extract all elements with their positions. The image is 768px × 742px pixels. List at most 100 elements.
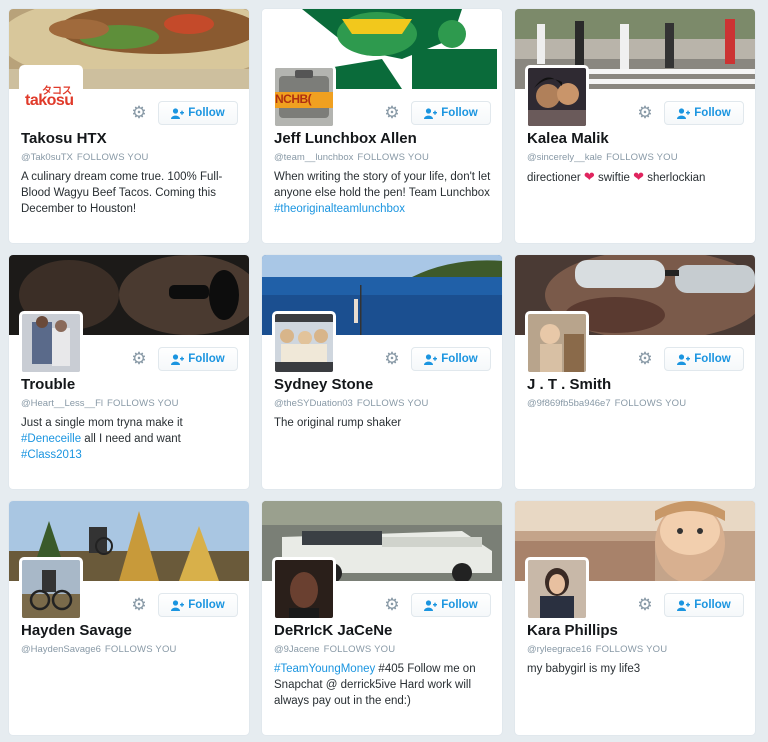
bio-text: swiftie [598,172,634,184]
follow-button[interactable]: Follow [158,101,238,125]
follows-you-badge: FOLLOWS YOU [323,644,396,655]
display-name[interactable]: J . T . Smith [527,376,611,393]
follow-button[interactable]: Follow [664,101,744,125]
handle-row: @9f869fb5ba946e7 FOLLOWS YOU [527,398,686,409]
bio-text: sherlockian [647,172,706,184]
add-user-icon [171,353,185,365]
screen-name[interactable]: @sincerely__kale [527,152,602,163]
display-name[interactable]: Kara Phillips [527,622,618,639]
profile-card[interactable]: ⚙ Follow Kalea Malik @sincerely__kale FOL… [514,8,756,244]
display-name[interactable]: Trouble [21,376,75,393]
display-name[interactable]: Takosu HTX [21,130,107,147]
avatar[interactable] [525,311,589,375]
screen-name[interactable]: @Tak0suTX [21,152,73,163]
bio-text: directioner [527,172,584,184]
handle-row: @team__lunchbox FOLLOWS YOU [274,152,429,163]
handle-row: @Tak0suTX FOLLOWS YOU [21,152,149,163]
handle-row: @sincerely__kale FOLLOWS YOU [527,152,678,163]
gear-icon[interactable]: ⚙ [637,350,653,367]
follows-you-badge: FOLLOWS YOU [357,152,430,163]
profile-card[interactable]: NCHB( ⚙ Follow Jeff Lunchbox Allen @team… [261,8,503,244]
follows-you-badge: FOLLOWS YOU [107,398,179,409]
display-name[interactable]: DeRrIcK JaCeNe [274,622,392,639]
screen-name[interactable]: @theSYDuation03 [274,398,353,409]
follow-button[interactable]: Follow [664,593,744,617]
follow-button[interactable]: Follow [158,593,238,617]
follows-you-badge: FOLLOWS YOU [356,398,429,409]
handle-row: @theSYDuation03 FOLLOWS YOU [274,398,429,409]
hashtag-link[interactable]: #TeamYoungMoney [274,663,375,675]
profile-card[interactable]: ⚙ Follow Hayden Savage @HaydenSavage6 FOL… [8,500,250,736]
display-name[interactable]: Sydney Stone [274,376,373,393]
follow-label: Follow [188,599,225,611]
avatar-text: NCHB( [275,92,312,106]
heart-icon: ❤ [583,169,595,184]
follow-label: Follow [188,353,225,365]
avatar[interactable] [19,557,83,621]
follow-label: Follow [441,353,478,365]
follow-button[interactable]: Follow [411,101,491,125]
hashtag-link[interactable]: #Class2013 [21,449,82,461]
bio: #TeamYoungMoney #405 Follow me on Snapch… [274,661,492,709]
avatar[interactable]: タコス takosu [19,65,83,129]
bio-text: When writing the story of your life, don… [274,171,491,199]
follow-label: Follow [188,107,225,119]
bio: The original rump shaker [274,417,402,429]
avatar[interactable]: NCHB( [272,65,336,129]
gear-icon[interactable]: ⚙ [637,596,653,613]
profile-card[interactable]: ⚙ Follow DeRrIcK JaCeNe @9Jacene FOLLOWS … [261,500,503,736]
screen-name[interactable]: @9Jacene [274,644,320,655]
avatar[interactable] [525,557,589,621]
follow-button[interactable]: Follow [411,593,491,617]
handle-row: @ryleegrace16 FOLLOWS YOU [527,644,667,655]
handle-row: @HaydenSavage6 FOLLOWS YOU [21,644,177,655]
profile-card[interactable]: タコス takosu ⚙ Follow Takosu HTX @Tak0suTX… [8,8,250,244]
bio: directioner ❤ swiftie ❤ sherlockian [527,169,745,186]
bio: When writing the story of your life, don… [274,169,492,217]
gear-icon[interactable]: ⚙ [131,104,147,121]
follows-you-badge: FOLLOWS YOU [606,152,678,163]
add-user-icon [424,353,438,365]
follow-label: Follow [441,599,478,611]
avatar[interactable] [272,557,336,621]
handle-row: @9Jacene FOLLOWS YOU [274,644,395,655]
screen-name[interactable]: @ryleegrace16 [527,644,592,655]
screen-name[interactable]: @team__lunchbox [274,152,353,163]
follow-label: Follow [441,107,478,119]
avatar[interactable] [272,311,336,375]
bio-text: all I need and want [81,433,181,445]
profile-card[interactable]: ⚙ Follow Sydney Stone @theSYDuation03 FOL… [261,254,503,490]
avatar[interactable] [19,311,83,375]
follows-you-badge: FOLLOWS YOU [76,152,149,163]
screen-name[interactable]: @HaydenSavage6 [21,644,101,655]
avatar[interactable] [525,65,589,129]
add-user-icon [171,599,185,611]
display-name[interactable]: Hayden Savage [21,622,132,639]
gear-icon[interactable]: ⚙ [384,596,400,613]
gear-icon[interactable]: ⚙ [384,350,400,367]
follow-label: Follow [694,107,731,119]
gear-icon[interactable]: ⚙ [637,104,653,121]
display-name[interactable]: Jeff Lunchbox Allen [274,130,417,147]
gear-icon[interactable]: ⚙ [384,104,400,121]
screen-name[interactable]: @9f869fb5ba946e7 [527,398,611,409]
add-user-icon [677,599,691,611]
hashtag-link[interactable]: #theoriginalteamlunchbox [274,203,405,215]
hashtag-link[interactable]: #Deneceille [21,433,81,445]
add-user-icon [171,107,185,119]
follow-button[interactable]: Follow [158,347,238,371]
gear-icon[interactable]: ⚙ [131,596,147,613]
follow-button[interactable]: Follow [664,347,744,371]
profile-card[interactable]: ⚙ Follow Kara Phillips @ryleegrace16 FOLL… [514,500,756,736]
follows-you-badge: FOLLOWS YOU [595,644,668,655]
profile-card[interactable]: ⚙ Follow J . T . Smith @9f869fb5ba946e7 F… [514,254,756,490]
gear-icon[interactable]: ⚙ [131,350,147,367]
add-user-icon [677,107,691,119]
display-name[interactable]: Kalea Malik [527,130,609,147]
logo-text: takosu [25,92,74,109]
follow-button[interactable]: Follow [411,347,491,371]
add-user-icon [424,107,438,119]
handle-row: @Heart__Less__Fl FOLLOWS YOU [21,398,179,409]
profile-card[interactable]: ⚙ Follow Trouble @Heart__Less__Fl FOLLOWS… [8,254,250,490]
screen-name[interactable]: @Heart__Less__Fl [21,398,103,409]
